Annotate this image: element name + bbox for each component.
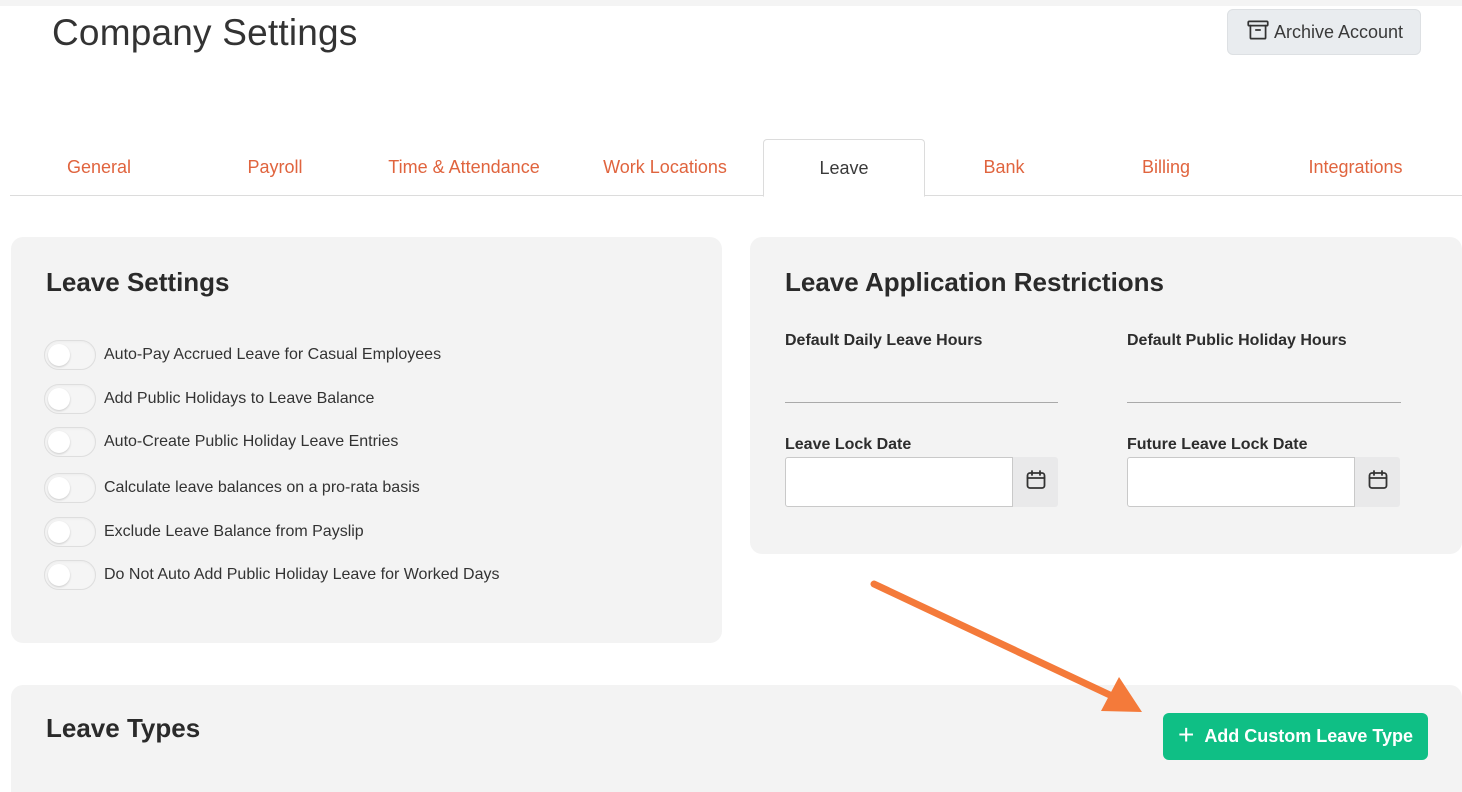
- exclude-balance-payslip-toggle[interactable]: [44, 517, 96, 547]
- tab-time-attendance[interactable]: Time & Attendance: [362, 139, 566, 196]
- calendar-icon: [1366, 468, 1390, 497]
- toggle-label: Auto-Pay Accrued Leave for Casual Employ…: [104, 346, 442, 363]
- leave-lock-date-input[interactable]: [785, 457, 1013, 507]
- settings-tabs: General Payroll Time & Attendance Work L…: [10, 139, 1462, 197]
- archive-account-button[interactable]: Archive Account: [1227, 9, 1421, 55]
- future-leave-lock-date-label: Future Leave Lock Date: [1127, 436, 1308, 453]
- future-leave-lock-date-picker-button[interactable]: [1355, 457, 1400, 507]
- toggle-label: Exclude Leave Balance from Payslip: [104, 523, 364, 540]
- top-strip: [0, 0, 1462, 6]
- add-custom-leave-type-label: Add Custom Leave Type: [1204, 726, 1414, 746]
- future-leave-lock-date-input[interactable]: [1127, 457, 1355, 507]
- default-holiday-hours-input[interactable]: [1127, 401, 1401, 403]
- page-title: Company Settings: [52, 12, 358, 53]
- tab-work-locations[interactable]: Work Locations: [566, 139, 764, 196]
- leave-restrictions-card: Leave Application Restrictions Default D…: [750, 237, 1462, 554]
- archive-account-label: Archive Account: [1273, 21, 1404, 42]
- tab-leave[interactable]: Leave: [763, 139, 925, 197]
- leave-lock-date-group: [785, 457, 1058, 507]
- leave-types-title: Leave Types: [46, 713, 201, 743]
- toggle-label: Auto-Create Public Holiday Leave Entries: [104, 433, 399, 450]
- toggle-label: Do Not Auto Add Public Holiday Leave for…: [104, 566, 500, 583]
- default-daily-hours-input[interactable]: [785, 401, 1058, 403]
- calendar-icon: [1024, 468, 1048, 497]
- toggle-row: Add Public Holidays to Leave Balance: [44, 384, 374, 414]
- toggle-label: Add Public Holidays to Leave Balance: [104, 390, 375, 407]
- add-custom-leave-type-button[interactable]: + Add Custom Leave Type: [1163, 713, 1428, 760]
- tab-bank[interactable]: Bank: [925, 139, 1083, 196]
- future-leave-lock-date-group: [1127, 457, 1400, 507]
- toggle-row: Auto-Pay Accrued Leave for Casual Employ…: [44, 340, 441, 370]
- leave-lock-date-picker-button[interactable]: [1013, 457, 1058, 507]
- tab-billing[interactable]: Billing: [1083, 139, 1249, 196]
- leave-settings-card: Leave Settings Auto-Pay Accrued Leave fo…: [11, 237, 722, 643]
- toggle-knob: [48, 431, 70, 453]
- toggle-row: Calculate leave balances on a pro-rata b…: [44, 473, 420, 503]
- no-auto-holiday-worked-toggle[interactable]: [44, 560, 96, 590]
- toggle-row: Exclude Leave Balance from Payslip: [44, 517, 364, 547]
- default-holiday-hours-label: Default Public Holiday Hours: [1127, 332, 1347, 349]
- pro-rata-toggle[interactable]: [44, 473, 96, 503]
- plus-icon: +: [1177, 719, 1195, 750]
- tab-payroll[interactable]: Payroll: [188, 139, 362, 196]
- leave-lock-date-label: Leave Lock Date: [785, 436, 912, 453]
- leave-restrictions-title: Leave Application Restrictions: [785, 267, 1165, 297]
- toggle-knob: [48, 344, 70, 366]
- toggle-row: Do Not Auto Add Public Holiday Leave for…: [44, 560, 499, 590]
- default-daily-hours-label: Default Daily Leave Hours: [785, 332, 983, 349]
- toggle-knob: [48, 521, 70, 543]
- auto-create-holiday-entries-toggle[interactable]: [44, 427, 96, 457]
- archive-box-icon: [1245, 17, 1271, 48]
- add-public-holidays-toggle[interactable]: [44, 384, 96, 414]
- tab-general[interactable]: General: [10, 139, 188, 196]
- tab-integrations[interactable]: Integrations: [1249, 139, 1462, 196]
- auto-pay-accrued-toggle[interactable]: [44, 340, 96, 370]
- toggle-row: Auto-Create Public Holiday Leave Entries: [44, 427, 398, 457]
- toggle-label: Calculate leave balances on a pro-rata b…: [104, 479, 420, 496]
- toggle-knob: [48, 564, 70, 586]
- leave-settings-title: Leave Settings: [46, 267, 230, 297]
- toggle-knob: [48, 388, 70, 410]
- toggle-knob: [48, 477, 70, 499]
